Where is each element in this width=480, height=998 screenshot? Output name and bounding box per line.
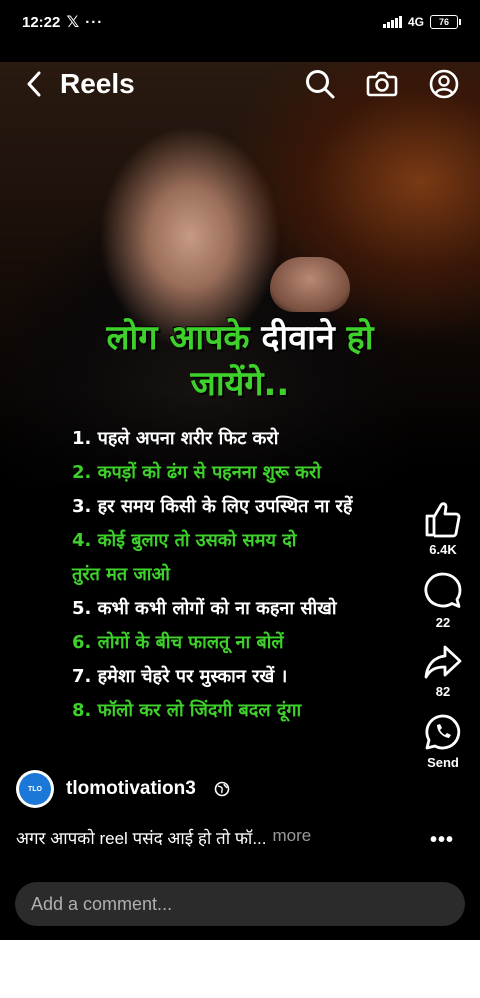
battery-icon: 76	[430, 15, 461, 29]
share-count: 82	[435, 684, 451, 699]
list-item: 7. हमेशा चेहरे पर मुस्कान रखें ।	[72, 666, 288, 687]
headline-part1: लोग आपके	[106, 318, 250, 358]
headline-part3: हो	[346, 318, 374, 358]
status-bar: 12:22 𝕏 ··· 4G 76	[0, 0, 480, 62]
reel-headline-line2: जायेंगे..	[190, 364, 290, 404]
status-time: 12:22	[22, 13, 61, 31]
camera-icon	[366, 71, 398, 97]
comment-bubble-icon	[424, 572, 462, 608]
status-dots: ···	[85, 13, 104, 31]
status-right: 4G 76	[382, 15, 461, 29]
back-button[interactable]	[20, 70, 48, 98]
list-item: तुरंत मत जाओ	[72, 564, 170, 585]
battery-level: 76	[438, 17, 449, 27]
reels-header: Reels	[0, 62, 480, 106]
list-item: 1. पहले अपना शरीर फिट करो	[72, 428, 279, 449]
network-type: 4G	[407, 15, 424, 29]
reel-actions: 6.4K 22 82 Send	[414, 500, 472, 784]
reel-headline: लोग आपके दीवाने हो	[0, 315, 480, 361]
reel-photo-hand	[270, 257, 350, 312]
caption[interactable]: अगर आपको reel पसंद आई हो तो फॉ... more	[16, 826, 311, 849]
header-actions	[304, 68, 460, 100]
page-title: Reels	[60, 68, 135, 99]
more-link[interactable]: more	[273, 826, 312, 849]
x-logo-icon: 𝕏	[66, 14, 80, 31]
profile-button[interactable]	[428, 68, 460, 100]
share-arrow-icon	[424, 645, 462, 679]
reel-viewer[interactable]: Reels लोग आपके दीवाने हो जायेंगे.. 1. पह…	[0, 62, 480, 940]
back-icon	[27, 71, 41, 97]
list-item: 8. फॉलो कर लो जिंदगी बदल दूंगा	[72, 700, 302, 721]
like-count: 6.4K	[429, 542, 457, 557]
send-button[interactable]: Send	[424, 713, 462, 770]
globe-icon	[214, 781, 230, 797]
comment-count: 22	[435, 615, 451, 630]
list-item: 2. कपड़ों को ढंग से पहनना शुरू करो	[72, 462, 321, 483]
like-button[interactable]: 6.4K	[423, 500, 463, 557]
list-item: 6. लोगों के बीच फालतू ना बोलें	[72, 632, 284, 653]
send-label: Send	[427, 755, 459, 770]
avatar[interactable]: TLO	[16, 770, 54, 808]
caption-text: अगर आपको reel पसंद आई हो तो फॉ...	[16, 829, 267, 848]
signal-icon	[382, 16, 402, 28]
more-options-button[interactable]: •••	[430, 829, 454, 852]
whatsapp-icon	[425, 714, 461, 750]
tips-list: 1. पहले अपना शरीर फिट करो 2. कपड़ों को ढ…	[72, 422, 412, 728]
search-icon	[306, 70, 335, 99]
share-button[interactable]: 82	[423, 644, 463, 699]
status-left: 12:22 𝕏 ···	[22, 12, 103, 32]
search-button[interactable]	[304, 68, 336, 100]
avatar-logo: TLO	[19, 773, 51, 805]
comment-button[interactable]: 22	[423, 571, 463, 630]
list-item: 3. हर समय किसी के लिए उपस्थित ना रहें	[72, 496, 353, 517]
comment-placeholder: Add a comment...	[31, 893, 173, 914]
camera-button[interactable]	[366, 68, 398, 100]
username[interactable]: tlomotivation3	[66, 778, 196, 800]
headline-part2: दीवाने	[261, 318, 335, 358]
profile-icon	[429, 69, 459, 99]
list-item: 4. कोई बुलाए तो उसको समय दो	[72, 530, 297, 551]
list-item: 5. कभी कभी लोगों को ना कहना सीखो	[72, 598, 337, 619]
thumbs-up-icon	[425, 502, 461, 538]
author-row[interactable]: TLO tlomotivation3	[16, 770, 230, 808]
comment-input[interactable]: Add a comment...	[15, 882, 465, 926]
